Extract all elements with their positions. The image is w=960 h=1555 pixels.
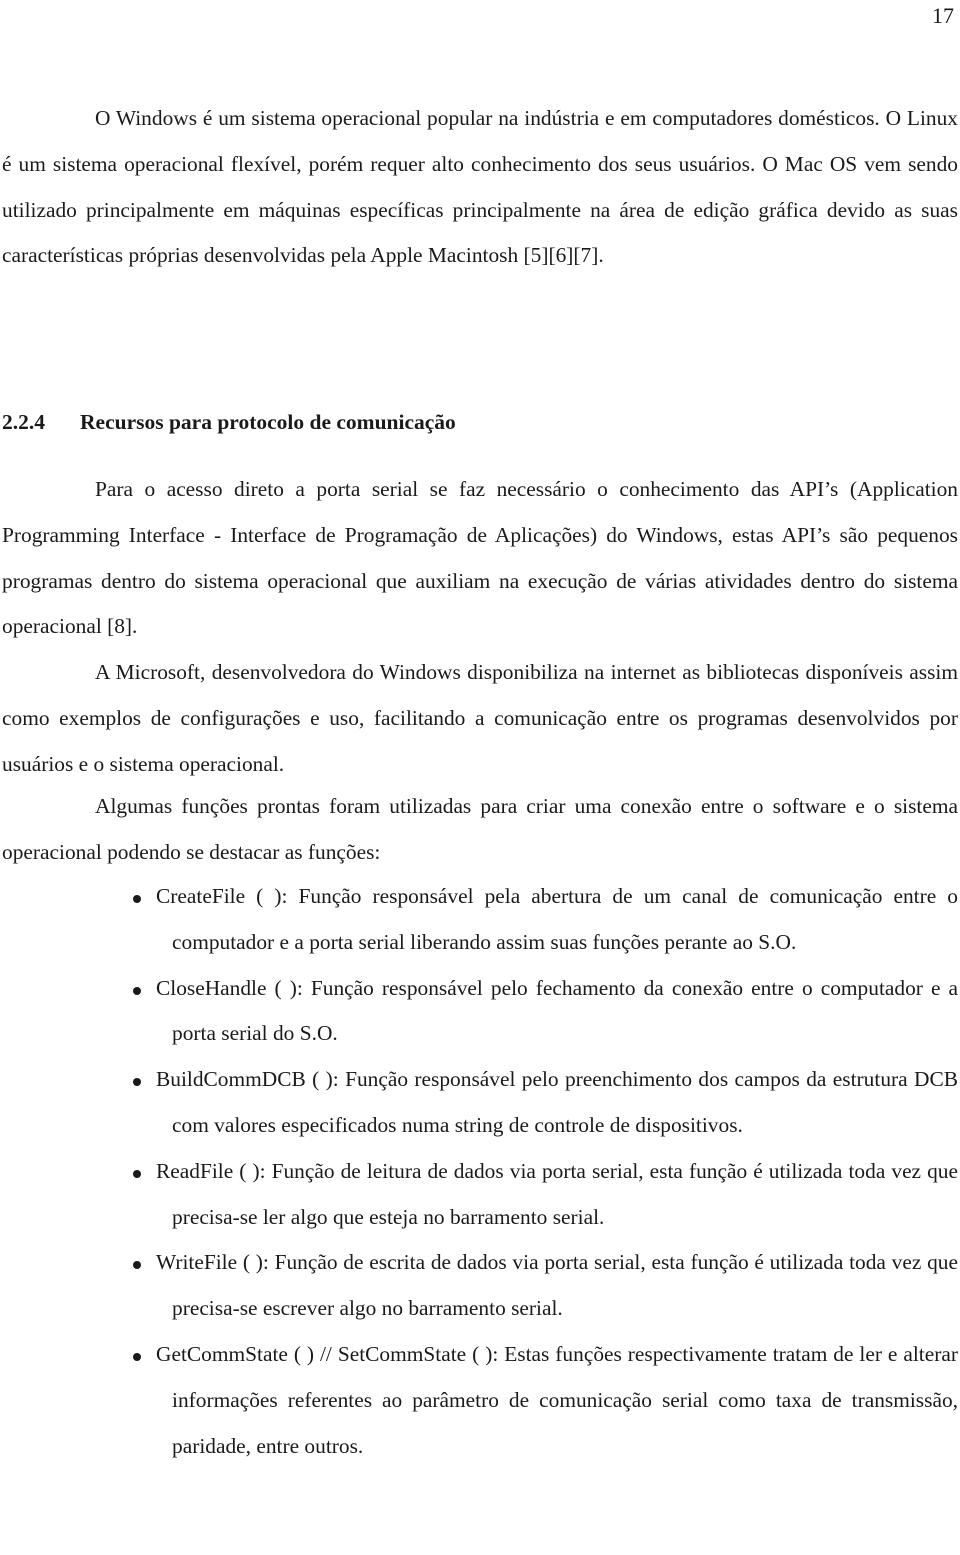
- paragraph-functions-intro: Algumas funções prontas foram utilizadas…: [2, 794, 958, 864]
- list-item-text: ReadFile ( ): Função de leitura de dados…: [156, 1158, 958, 1229]
- list-item-text: WriteFile ( ): Função de escrita de dado…: [156, 1250, 958, 1321]
- list-item-getsetcommstate: GetCommState ( ) // SetCommState ( ): Es…: [0, 1332, 960, 1469]
- page-number: 17: [932, 3, 954, 28]
- section-heading: 2.2.4 Recursos para protocolo de comunica…: [2, 402, 456, 442]
- list-item-readfile: ReadFile ( ): Função de leitura de dados…: [0, 1149, 960, 1241]
- bullet-icon: [133, 1169, 141, 1178]
- list-item-buildcommdcb: BuildCommDCB ( ): Função responsável pel…: [0, 1057, 960, 1149]
- list-item-createfile: CreateFile ( ): Função responsável pela …: [0, 874, 960, 966]
- list-item-closehandle: CloseHandle ( ): Função responsável pelo…: [0, 966, 960, 1058]
- bullet-icon: [133, 895, 141, 903]
- list-item-writefile: WriteFile ( ): Função de escrita de dado…: [0, 1240, 960, 1332]
- bullet-icon: [133, 986, 141, 995]
- paragraph-api: Para o acesso direto a porta serial se f…: [2, 477, 958, 639]
- paragraph-microsoft: A Microsoft, desenvolvedora do Windows d…: [2, 660, 958, 776]
- bullet-icon: [133, 1078, 141, 1087]
- list-item-text: CloseHandle ( ): Função responsável pelo…: [156, 975, 958, 1046]
- list-item-text: CreateFile ( ): Função responsável pela …: [156, 884, 958, 954]
- section-title: Recursos para protocolo de comunicação: [80, 410, 456, 434]
- bullet-icon: [133, 1261, 141, 1270]
- intro-paragraph: O Windows é um sistema operacional popul…: [2, 106, 958, 268]
- bullet-icon: [133, 1352, 141, 1361]
- functions-list: CreateFile ( ): Função responsável pela …: [0, 874, 960, 1469]
- list-item-text: GetCommState ( ) // SetCommState ( ): Es…: [156, 1341, 958, 1458]
- section-number: 2.2.4: [2, 410, 45, 434]
- list-item-text: BuildCommDCB ( ): Função responsável pel…: [156, 1067, 958, 1137]
